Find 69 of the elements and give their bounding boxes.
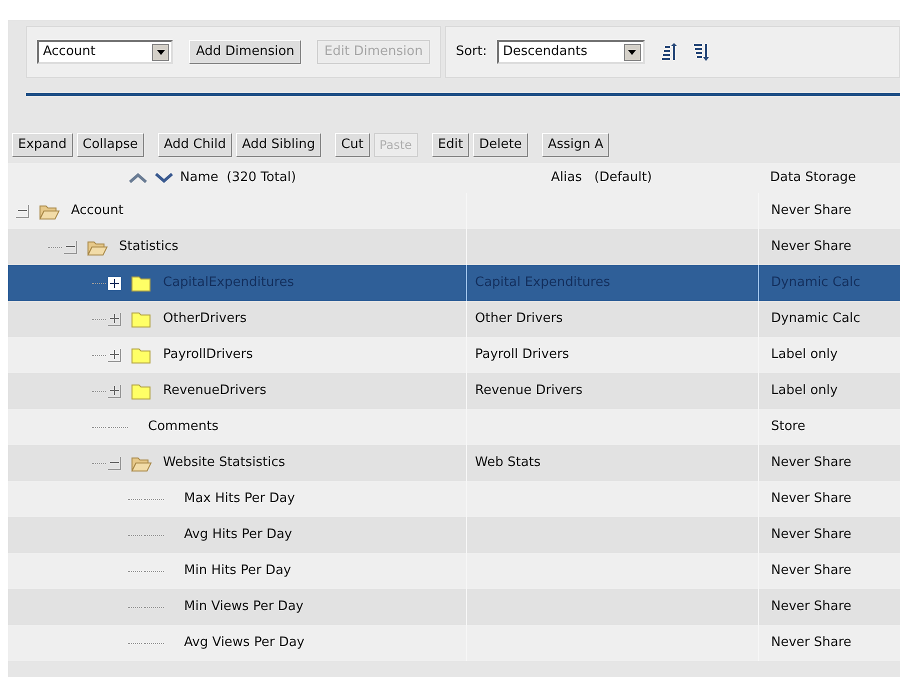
- folder-icon: [131, 274, 153, 292]
- action-button[interactable]: Collapse: [76, 133, 144, 157]
- storage-cell-text: Dynamic Calc: [771, 274, 860, 292]
- member-name[interactable]: Avg Hits Per Day: [184, 525, 292, 545]
- action-button[interactable]: Expand: [12, 133, 73, 157]
- storage-cell-text: Label only: [771, 382, 838, 400]
- tree-row[interactable]: Max Hits Per Day Never Share: [8, 481, 900, 517]
- member-name[interactable]: PayrollDrivers: [163, 345, 253, 365]
- member-name[interactable]: RevenueDrivers: [163, 381, 266, 401]
- member-name[interactable]: Min Views Per Day: [184, 597, 304, 617]
- storage-cell-text: Never Share: [771, 562, 852, 580]
- alias-cell-text: Web Stats: [475, 454, 541, 472]
- storage-cell-text: Never Share: [771, 238, 852, 256]
- toolbar-button[interactable]: Add Dimension: [189, 40, 302, 64]
- alias-cell-text: Payroll Drivers: [475, 346, 570, 364]
- folder-icon: [131, 310, 153, 328]
- alias-cell-text: Other Drivers: [475, 310, 563, 328]
- sort-ascending-icon[interactable]: [128, 172, 148, 184]
- action-button[interactable]: Delete: [473, 133, 528, 157]
- collapse-icon[interactable]: [64, 240, 77, 254]
- alias-cell-text: Capital Expenditures: [475, 274, 610, 292]
- tree-row[interactable]: PayrollDrivers Payroll Drivers Label only: [8, 337, 900, 373]
- member-name[interactable]: Account: [71, 201, 124, 221]
- storage-cell-text: Store: [771, 418, 806, 436]
- sort-descending-icon[interactable]: [154, 172, 174, 184]
- tree-row[interactable]: RevenueDrivers Revenue Drivers Label only: [8, 373, 900, 409]
- tree-row[interactable]: Statistics Never Share: [8, 229, 900, 265]
- sort-down-icon[interactable]: [692, 42, 709, 62]
- alias-cell-text: Revenue Drivers: [475, 382, 583, 400]
- tree-row[interactable]: Avg Hits Per Day Never Share: [8, 517, 900, 553]
- member-name[interactable]: Avg Views Per Day: [184, 633, 304, 653]
- storage-cell-text: Never Share: [771, 526, 852, 544]
- storage-cell-text: Never Share: [771, 598, 852, 616]
- expand-icon[interactable]: [108, 276, 121, 290]
- tree-row[interactable]: Website Statsistics Web Stats Never Share: [8, 445, 900, 481]
- member-name[interactable]: Max Hits Per Day: [184, 489, 295, 509]
- dropdown[interactable]: Account: [37, 40, 173, 64]
- folder-icon: [131, 382, 153, 400]
- column-header[interactable]: Data Storage: [770, 170, 856, 186]
- tree-row[interactable]: Min Hits Per Day Never Share: [8, 553, 900, 589]
- sort-up-icon[interactable]: [660, 42, 677, 62]
- storage-cell-text: Dynamic Calc: [771, 310, 860, 328]
- action-button[interactable]: Cut: [335, 133, 370, 157]
- folder-icon: [131, 346, 153, 364]
- dropdown[interactable]: Descendants: [496, 40, 645, 64]
- member-name[interactable]: OtherDrivers: [163, 309, 247, 329]
- storage-cell-text: Never Share: [771, 490, 852, 508]
- column-header[interactable]: Alias (Default): [551, 170, 652, 186]
- member-name[interactable]: Min Hits Per Day: [184, 561, 292, 581]
- tree-row[interactable]: Comments Store: [8, 409, 900, 445]
- storage-cell-text: Label only: [771, 346, 838, 364]
- storage-cell-text: Never Share: [771, 202, 852, 220]
- collapse-icon[interactable]: [108, 456, 121, 470]
- action-button[interactable]: Add Child: [158, 133, 232, 157]
- action-button[interactable]: Add Sibling: [236, 133, 322, 157]
- storage-cell-text: Never Share: [771, 454, 852, 472]
- member-name[interactable]: Comments: [148, 417, 218, 437]
- tree-row[interactable]: Avg Views Per Day Never Share: [8, 625, 900, 661]
- column-header[interactable]: Name (320 Total): [180, 168, 296, 188]
- tree-row[interactable]: Account Never Share: [8, 193, 900, 229]
- action-button[interactable]: Assign A: [542, 133, 610, 157]
- sort-label: Sort:: [456, 43, 487, 62]
- tree-row[interactable]: Min Views Per Day Never Share: [8, 589, 900, 625]
- member-name[interactable]: Statistics: [119, 237, 178, 257]
- member-name[interactable]: Website Statsistics: [163, 453, 286, 473]
- tree-row[interactable]: OtherDrivers Other Drivers Dynamic Calc: [8, 301, 900, 337]
- action-button[interactable]: Edit: [432, 133, 470, 157]
- collapse-icon[interactable]: [16, 204, 29, 218]
- storage-cell-text: Never Share: [771, 634, 852, 652]
